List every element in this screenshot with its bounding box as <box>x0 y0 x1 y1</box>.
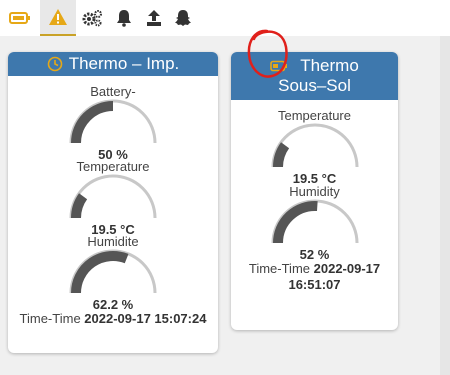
clock-icon <box>47 56 63 72</box>
tab-settings[interactable] <box>74 0 110 36</box>
top-toolbar <box>0 0 450 36</box>
humidite-label: Humidite <box>87 234 139 249</box>
last-update: Time-Time 2022-09-17 16:51:07 <box>231 261 398 292</box>
humidity-gauge <box>271 199 358 244</box>
battery-gauge <box>69 99 157 144</box>
tab-warning[interactable] <box>40 0 76 36</box>
humidity-value: 52 % <box>299 247 330 262</box>
gears-icon <box>82 10 102 27</box>
card-header: Thermo – Imp. <box>8 52 218 76</box>
time-label: Time-Time <box>19 311 81 326</box>
thermo-sous-sol-card: Thermo Sous–Sol Temperature 19.5 °C Humi… <box>231 52 398 330</box>
time-label: Time-Time <box>248 261 310 276</box>
bell-icon <box>117 10 131 27</box>
warning-icon <box>49 9 67 25</box>
battery-icon <box>9 12 30 24</box>
card-title: Thermo – Imp. <box>68 54 180 73</box>
battery-label: Battery- <box>90 84 136 99</box>
upload-icon <box>147 10 161 26</box>
humidite-gauge <box>69 249 157 294</box>
temperature-gauge <box>271 123 358 168</box>
tab-battery[interactable] <box>2 0 38 36</box>
thermo-imp-card: Thermo – Imp. Battery- 50 % Temperature … <box>8 52 218 353</box>
last-update: Time-Time 2022-09-17 15:07:24 <box>8 311 218 326</box>
snapchat-ghost-icon <box>175 10 191 26</box>
card-title-line1: Thermo <box>300 56 359 75</box>
time-value: 2022-09-17 15:07:24 <box>84 311 207 326</box>
time-clock: 16:51:07 <box>288 276 341 292</box>
tab-snapchat[interactable] <box>165 0 201 36</box>
red-circle-annotation <box>247 29 288 78</box>
page-scroll-edge <box>440 36 450 375</box>
time-date: 2022-09-17 <box>313 261 381 276</box>
temperature-label: Temperature <box>278 108 351 123</box>
temperature-label: Temperature <box>76 159 150 174</box>
humidite-value: 62.2 % <box>92 297 134 312</box>
temperature-gauge <box>69 174 157 219</box>
humidity-label: Humidity <box>289 184 340 199</box>
